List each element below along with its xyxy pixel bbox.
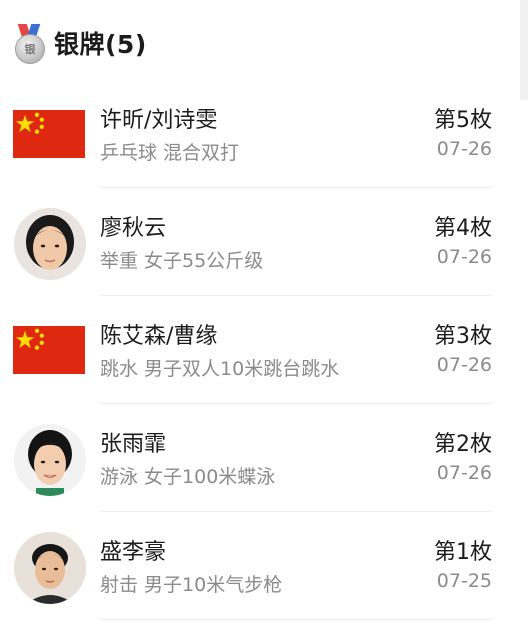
medal-rank: 第2枚 bbox=[434, 432, 492, 457]
list-item[interactable]: 盛李豪 射击 男子10米气步枪 第1枚 07-25 bbox=[0, 512, 528, 620]
section-header: 银 银牌(5) bbox=[14, 24, 147, 64]
medal-date: 07-26 bbox=[436, 246, 492, 268]
medal-date: 07-26 bbox=[436, 354, 492, 376]
medal-date: 07-25 bbox=[436, 570, 492, 592]
athlete-name: 陈艾森/曹缘 bbox=[100, 324, 218, 349]
event-name: 乒乓球 混合双打 bbox=[100, 142, 240, 164]
athlete-name: 廖秋云 bbox=[100, 216, 167, 241]
medal-rank: 第4枚 bbox=[434, 216, 492, 241]
athlete-photo bbox=[14, 208, 86, 280]
china-flag-icon bbox=[13, 110, 85, 158]
medal-rank: 第1枚 bbox=[434, 540, 492, 565]
medal-date: 07-26 bbox=[436, 138, 492, 160]
event-name: 射击 男子10米气步枪 bbox=[100, 574, 283, 596]
event-name: 游泳 女子100米蝶泳 bbox=[100, 466, 276, 488]
list-item[interactable]: 张雨霏 游泳 女子100米蝶泳 第2枚 07-26 bbox=[0, 404, 528, 512]
medal-rank: 第3枚 bbox=[434, 324, 492, 349]
medal-rank: 第5枚 bbox=[434, 108, 492, 133]
list-item[interactable]: 许昕/刘诗雯 乒乓球 混合双打 第5枚 07-26 bbox=[0, 80, 528, 188]
section-title: 银牌(5) bbox=[54, 30, 147, 59]
athlete-name: 张雨霏 bbox=[100, 432, 167, 457]
medal-list: 许昕/刘诗雯 乒乓球 混合双打 第5枚 07-26 廖秋云 举重 女子55公斤级… bbox=[0, 80, 528, 620]
athlete-photo bbox=[14, 424, 86, 496]
athlete-photo bbox=[14, 532, 86, 604]
athlete-name: 许昕/刘诗雯 bbox=[100, 108, 218, 133]
athlete-name: 盛李豪 bbox=[100, 540, 167, 565]
event-name: 跳水 男子双人10米跳台跳水 bbox=[100, 358, 340, 380]
silver-medal-icon: 银 bbox=[14, 24, 45, 64]
china-flag-icon bbox=[13, 326, 85, 374]
divider bbox=[100, 619, 492, 620]
medal-label: 银 bbox=[15, 34, 45, 64]
event-name: 举重 女子55公斤级 bbox=[100, 250, 264, 272]
list-item[interactable]: 廖秋云 举重 女子55公斤级 第4枚 07-26 bbox=[0, 188, 528, 296]
list-item[interactable]: 陈艾森/曹缘 跳水 男子双人10米跳台跳水 第3枚 07-26 bbox=[0, 296, 528, 404]
medal-date: 07-26 bbox=[436, 462, 492, 484]
